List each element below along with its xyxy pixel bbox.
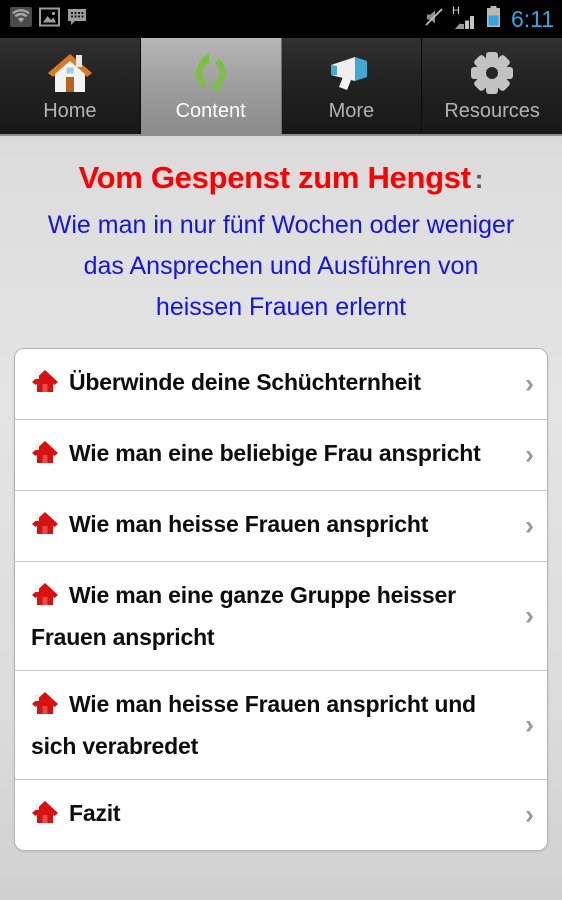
house-icon [31,689,59,727]
list-item-text-wrap: Wie man heisse Frauen anspricht [31,511,428,537]
house-icon [31,798,59,836]
gallery-icon [39,7,60,32]
status-bar: H 6:11 [0,0,562,38]
tab-more-label: More [328,100,375,122]
list-item[interactable]: › Wie man heisse Frauen anspricht und si… [15,671,547,780]
page-subtitle-line-2: das Ansprechen und Ausführen von [83,252,479,280]
chevron-right-icon: › [525,600,534,631]
list-item-text-wrap: Wie man eine ganze Gruppe heisser Frauen… [31,582,456,650]
page-title: Vom Gespenst zum Hengst: [0,136,562,196]
list-item-text-wrap: Überwinde deine Schüchternheit [31,369,421,395]
list-item-label: Wie man eine beliebige Frau anspricht [69,440,481,466]
list-item-text-wrap: Wie man eine beliebige Frau anspricht [31,440,481,466]
list-item[interactable]: › Fazit [15,780,547,850]
page-subtitle-line-1: Wie man in nur fünf Wochen oder weniger [47,211,515,239]
chevron-right-icon: › [525,510,534,541]
tab-content[interactable]: Content [140,38,282,134]
tab-home-label: Home [43,100,97,122]
refresh-icon [185,47,237,99]
list-item-label: Wie man heisse Frauen anspricht und sich… [31,691,476,759]
list-item[interactable]: › Wie man eine beliebige Frau anspricht [15,420,547,491]
megaphone-icon [325,47,377,99]
chevron-right-icon: › [525,439,534,470]
list-item-text-wrap: Fazit [31,800,121,826]
tab-home[interactable]: Home [0,38,141,134]
message-icon [67,7,88,32]
list-item[interactable]: › Wie man eine ganze Gruppe heisser Frau… [15,562,547,671]
chevron-right-icon: › [525,709,534,740]
status-bar-left-icons [10,6,88,32]
list-item-label: Fazit [69,800,121,826]
page-subtitle: Wie man in nur fünf Wochen oder weniger … [0,196,562,328]
app-screen: H 6:11 Home Content More Resources Vom G… [0,0,562,900]
house-icon [31,509,59,547]
page-title-text: Vom Gespenst zum Hengst [78,160,471,195]
list-item[interactable]: › Wie man heisse Frauen anspricht [15,491,547,562]
house-icon [31,367,59,405]
battery-icon [486,6,501,32]
list-item-label: Wie man eine ganze Gruppe heisser Frauen… [31,582,456,650]
mute-icon [424,7,444,32]
tab-resources[interactable]: Resources [422,38,562,134]
tab-bar: Home Content More Resources [0,38,562,136]
chevron-right-icon: › [525,368,534,399]
list-item-label: Wie man heisse Frauen anspricht [69,511,429,537]
status-bar-clock: 6:11 [510,5,554,32]
wifi-icon [10,6,32,32]
list-item-label: Überwinde deine Schüchternheit [69,369,421,395]
gear-icon [466,47,518,99]
tab-resources-label: Resources [444,100,540,122]
chevron-right-icon: › [525,799,534,830]
page-title-colon: : [474,164,484,194]
signal-h-icon: H [451,5,478,30]
signal-h-label: H [451,5,460,17]
house-icon [44,47,96,99]
page-subtitle-line-3: heissen Frauen erlernt [155,293,407,321]
list-item[interactable]: › Überwinde deine Schüchternheit [15,349,547,420]
tab-more[interactable]: More [281,38,423,134]
tab-content-label: Content [175,100,246,122]
house-icon [31,580,59,618]
status-bar-right-icons: H 6:11 [424,6,554,32]
house-icon [31,438,59,476]
list-item-text-wrap: Wie man heisse Frauen anspricht und sich… [31,691,476,759]
content-list: › Überwinde deine Schüchternheit › Wie m… [14,348,548,851]
